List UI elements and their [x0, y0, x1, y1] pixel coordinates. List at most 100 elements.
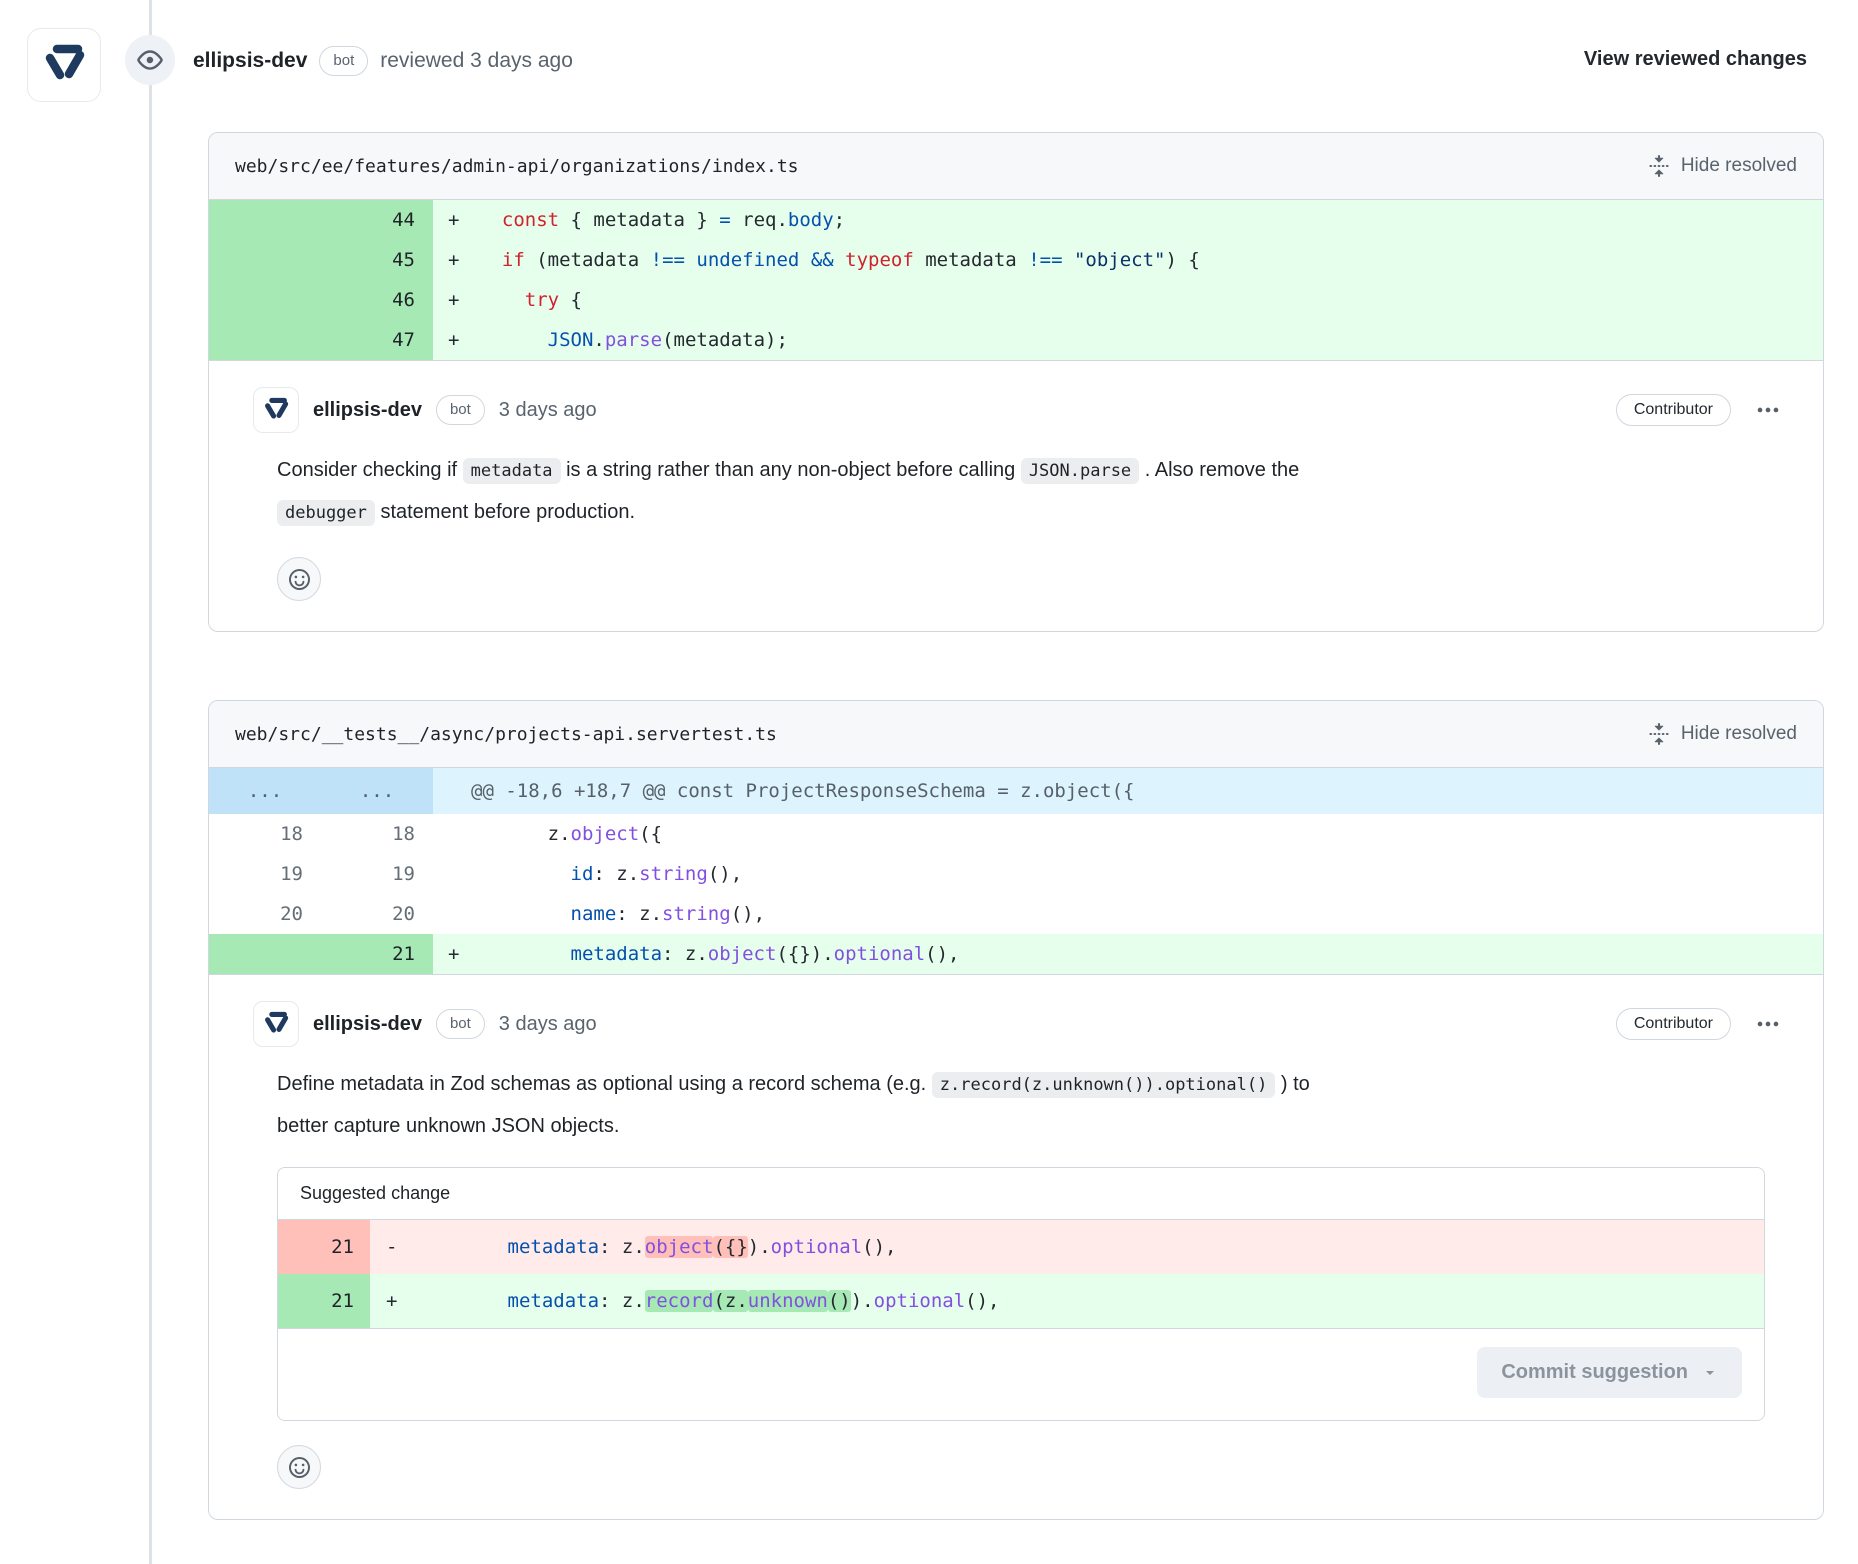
hide-resolved-button[interactable]: Hide resolved [1648, 155, 1797, 177]
contributor-badge: Contributor [1616, 394, 1731, 426]
timeline-line [149, 0, 152, 1564]
diff-sign [433, 814, 479, 854]
diff-line-context: 18 18 z.object({ [209, 814, 1823, 854]
smiley-icon [289, 1457, 310, 1478]
diff-sign: + [433, 240, 479, 280]
line-number: 21 [278, 1274, 370, 1328]
hunk-header-row: ... ... @@ -18,6 +18,7 @@ const ProjectR… [209, 768, 1823, 814]
code-line: metadata: z.record(z.unknown()).optional… [416, 1274, 1764, 1328]
hide-resolved-label: Hide resolved [1681, 155, 1797, 177]
old-line-number: 19 [209, 854, 321, 894]
diff-line-added: 44 + const { metadata } = req.body; [209, 200, 1823, 240]
ellipsis-logo-icon [39, 40, 89, 90]
code-line: const { metadata } = req.body; [479, 200, 1823, 240]
diff-sign: + [433, 320, 479, 360]
review-comment: ellipsis-dev bot 3 days ago Contributor … [209, 360, 1823, 631]
comment-menu-button[interactable] [1757, 399, 1779, 421]
hide-resolved-label: Hide resolved [1681, 723, 1797, 745]
bot-badge: bot [319, 46, 368, 76]
suggestion-footer: Commit suggestion [278, 1328, 1764, 1420]
commit-suggestion-label: Commit suggestion [1501, 1361, 1688, 1384]
comment-body: Consider checking if metadata is a strin… [277, 449, 1547, 533]
review-thread-card: web/src/ee/features/admin-api/organizati… [208, 132, 1824, 632]
suggestion-line-added: 21 + metadata: z.record(z.unknown()).opt… [278, 1274, 1764, 1328]
suggested-change-box: Suggested change 21 - metadata: z.object… [277, 1167, 1765, 1421]
comment-timestamp[interactable]: 3 days ago [499, 1013, 597, 1036]
comment-author[interactable]: ellipsis-dev [313, 399, 422, 422]
diff-line-added: 47 + JSON.parse(metadata); [209, 320, 1823, 360]
diff-sign [433, 854, 479, 894]
code-line: metadata: z.object({}).optional(), [416, 1220, 1764, 1274]
hide-resolved-button[interactable]: Hide resolved [1648, 723, 1797, 745]
hunk-header-text: @@ -18,6 +18,7 @@ const ProjectResponseS… [433, 768, 1134, 814]
old-line-number [209, 200, 321, 240]
diff-line-added: 45 + if (metadata !== undefined && typeo… [209, 240, 1823, 280]
line-number: 21 [278, 1220, 370, 1274]
old-line-number [209, 280, 321, 320]
diff-sign: - [370, 1220, 416, 1274]
comment-timestamp[interactable]: 3 days ago [499, 399, 597, 422]
diff-sign [433, 894, 479, 934]
smiley-icon [289, 569, 310, 590]
code-line: metadata: z.object({}).optional(), [479, 934, 1823, 974]
avatar[interactable] [253, 1001, 299, 1047]
old-line-number [209, 240, 321, 280]
file-path-link[interactable]: web/src/__tests__/async/projects-api.ser… [235, 724, 777, 745]
hunk-gutter: ... [209, 768, 321, 814]
comment-header: ellipsis-dev bot 3 days ago Contributor [253, 387, 1779, 433]
eye-icon [137, 47, 163, 73]
new-line-number: 19 [321, 854, 433, 894]
ellipsis-logo-icon [261, 1009, 291, 1039]
comment-author[interactable]: ellipsis-dev [313, 1013, 422, 1036]
fold-icon [1648, 723, 1670, 745]
new-line-number: 44 [321, 200, 433, 240]
new-line-number: 20 [321, 894, 433, 934]
diff-block: 44 + const { metadata } = req.body; 45 +… [209, 200, 1823, 360]
code-line: try { [479, 280, 1823, 320]
new-line-number: 46 [321, 280, 433, 320]
code-line: if (metadata !== undefined && typeof met… [479, 240, 1823, 280]
avatar[interactable] [27, 28, 101, 102]
code-line: id: z.string(), [479, 854, 1823, 894]
kebab-icon [1757, 399, 1779, 421]
diff-line-added: 21 + metadata: z.object({}).optional(), [209, 934, 1823, 974]
review-action-text: reviewed 3 days ago [380, 49, 573, 73]
new-line-number: 21 [321, 934, 433, 974]
file-header: web/src/__tests__/async/projects-api.ser… [209, 701, 1823, 768]
review-header: ellipsis-dev bot reviewed 3 days ago [193, 46, 573, 76]
contributor-badge: Contributor [1616, 1008, 1731, 1040]
add-reaction-button[interactable] [277, 1445, 321, 1489]
commit-suggestion-button[interactable]: Commit suggestion [1477, 1347, 1742, 1398]
add-reaction-button[interactable] [277, 557, 321, 601]
review-eye-badge [125, 35, 175, 85]
new-line-number: 45 [321, 240, 433, 280]
fold-icon [1648, 155, 1670, 177]
diff-sign: + [433, 934, 479, 974]
new-line-number: 18 [321, 814, 433, 854]
review-author[interactable]: ellipsis-dev [193, 49, 307, 73]
diff-sign: + [433, 200, 479, 240]
diff-sign: + [370, 1274, 416, 1328]
ellipsis-logo-icon [261, 395, 291, 425]
file-path-link[interactable]: web/src/ee/features/admin-api/organizati… [235, 156, 799, 177]
old-line-number [209, 934, 321, 974]
diff-block: ... ... @@ -18,6 +18,7 @@ const ProjectR… [209, 768, 1823, 974]
old-line-number: 18 [209, 814, 321, 854]
comment-header: ellipsis-dev bot 3 days ago Contributor [253, 1001, 1779, 1047]
comment-menu-button[interactable] [1757, 1013, 1779, 1035]
diff-line-context: 20 20 name: z.string(), [209, 894, 1823, 934]
code-line: name: z.string(), [479, 894, 1823, 934]
code-line: JSON.parse(metadata); [479, 320, 1823, 360]
comment-body: Define metadata in Zod schemas as option… [277, 1063, 1547, 1147]
avatar[interactable] [253, 387, 299, 433]
diff-sign: + [433, 280, 479, 320]
new-line-number: 47 [321, 320, 433, 360]
diff-line-context: 19 19 id: z.string(), [209, 854, 1823, 894]
view-reviewed-changes-link[interactable]: View reviewed changes [1584, 48, 1807, 71]
review-thread-card: web/src/__tests__/async/projects-api.ser… [208, 700, 1824, 1520]
bot-badge: bot [436, 1009, 485, 1039]
code-line: z.object({ [479, 814, 1823, 854]
kebab-icon [1757, 1013, 1779, 1035]
hunk-gutter: ... [321, 768, 433, 814]
suggestion-line-deleted: 21 - metadata: z.object({}).optional(), [278, 1220, 1764, 1274]
